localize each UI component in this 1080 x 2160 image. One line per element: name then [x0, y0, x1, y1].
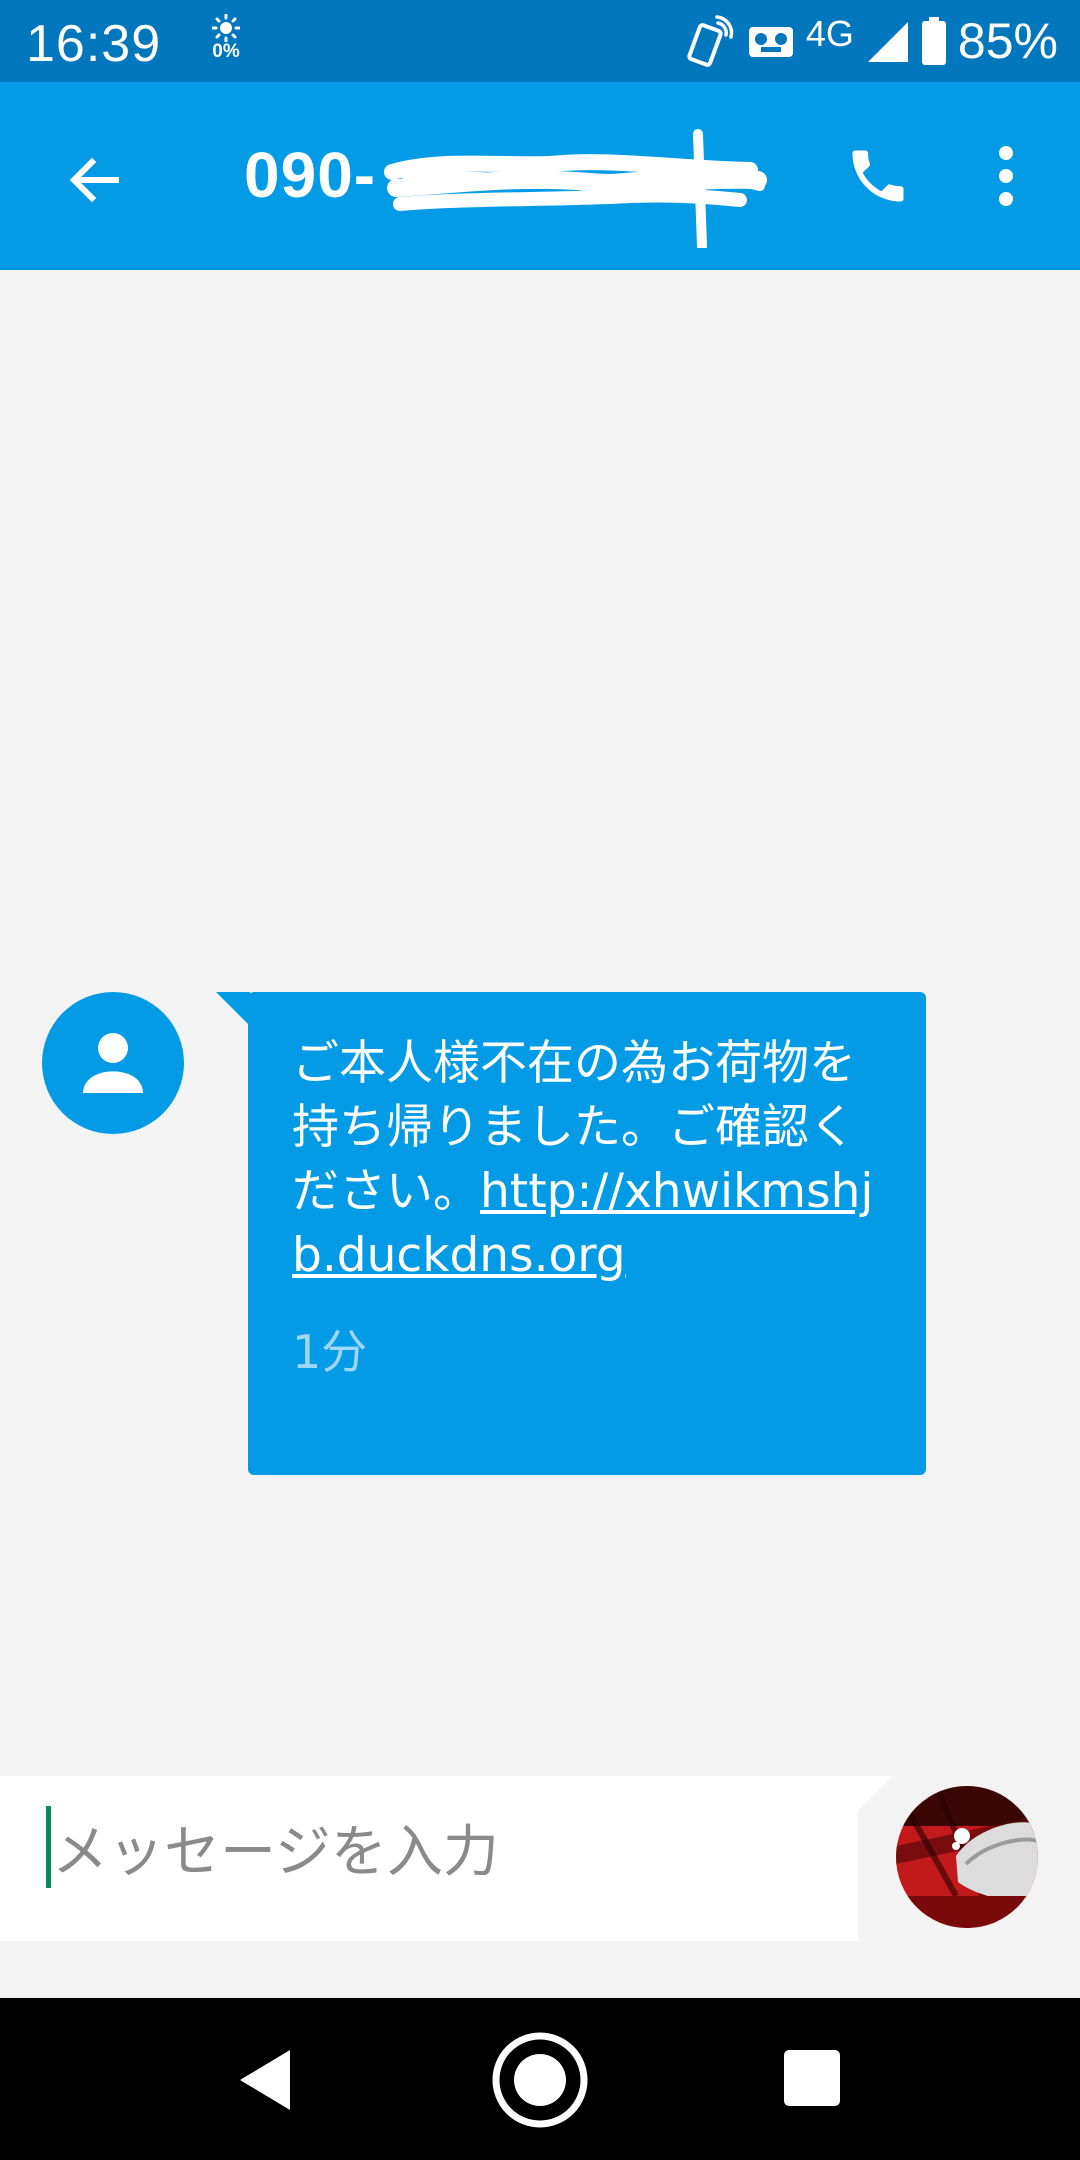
navigation-bar — [0, 1998, 1080, 2160]
message-bubble[interactable]: ご本人様不在の為お荷物を持ち帰りました。ご確認ください。http://xhwik… — [248, 992, 926, 1475]
more-options-button[interactable] — [976, 134, 1036, 218]
status-bar: 16:39 0% 4G 85% — [0, 0, 1080, 82]
redaction-scribble — [384, 129, 767, 248]
nfc-phone-icon — [687, 15, 734, 67]
phone-icon — [852, 150, 904, 202]
brightness-label: 0% — [212, 41, 240, 62]
battery-percent: 85% — [957, 13, 1058, 69]
arrow-back-icon — [69, 157, 119, 203]
brightness-indicator: 0% — [208, 14, 244, 70]
network-type: 4G — [805, 13, 854, 54]
signal-icon — [867, 22, 908, 62]
nav-back-icon[interactable] — [228, 2042, 304, 2118]
back-button[interactable] — [52, 138, 136, 222]
sim-avatar-button[interactable] — [896, 1786, 1038, 1928]
call-button[interactable] — [836, 134, 920, 218]
person-icon — [83, 1033, 143, 1093]
nav-home-icon[interactable] — [490, 2030, 590, 2130]
message-text-block: ご本人様不在の為お荷物を持ち帰りました。ご確認ください。http://xhwik… — [292, 1032, 886, 1288]
user-photo-icon — [896, 1786, 1038, 1928]
voicemail-icon — [748, 27, 793, 57]
contact-number: 090- — [244, 139, 377, 211]
brightness-icon — [212, 14, 240, 42]
compose-notch — [858, 1776, 892, 1810]
battery-icon — [921, 17, 946, 65]
message-timestamp: 1分 — [292, 1325, 368, 1379]
sender-avatar[interactable] — [42, 992, 184, 1134]
text-cursor — [46, 1806, 51, 1888]
more-vert-icon — [999, 146, 1013, 206]
app-bar: 090- — [0, 82, 1080, 270]
message-input[interactable] — [52, 1812, 832, 1892]
status-icons: 4G 85% — [684, 10, 1058, 72]
status-time: 16:39 — [26, 15, 162, 73]
message-bubble-tail — [216, 992, 250, 1026]
nav-recents-icon[interactable] — [784, 2050, 840, 2106]
